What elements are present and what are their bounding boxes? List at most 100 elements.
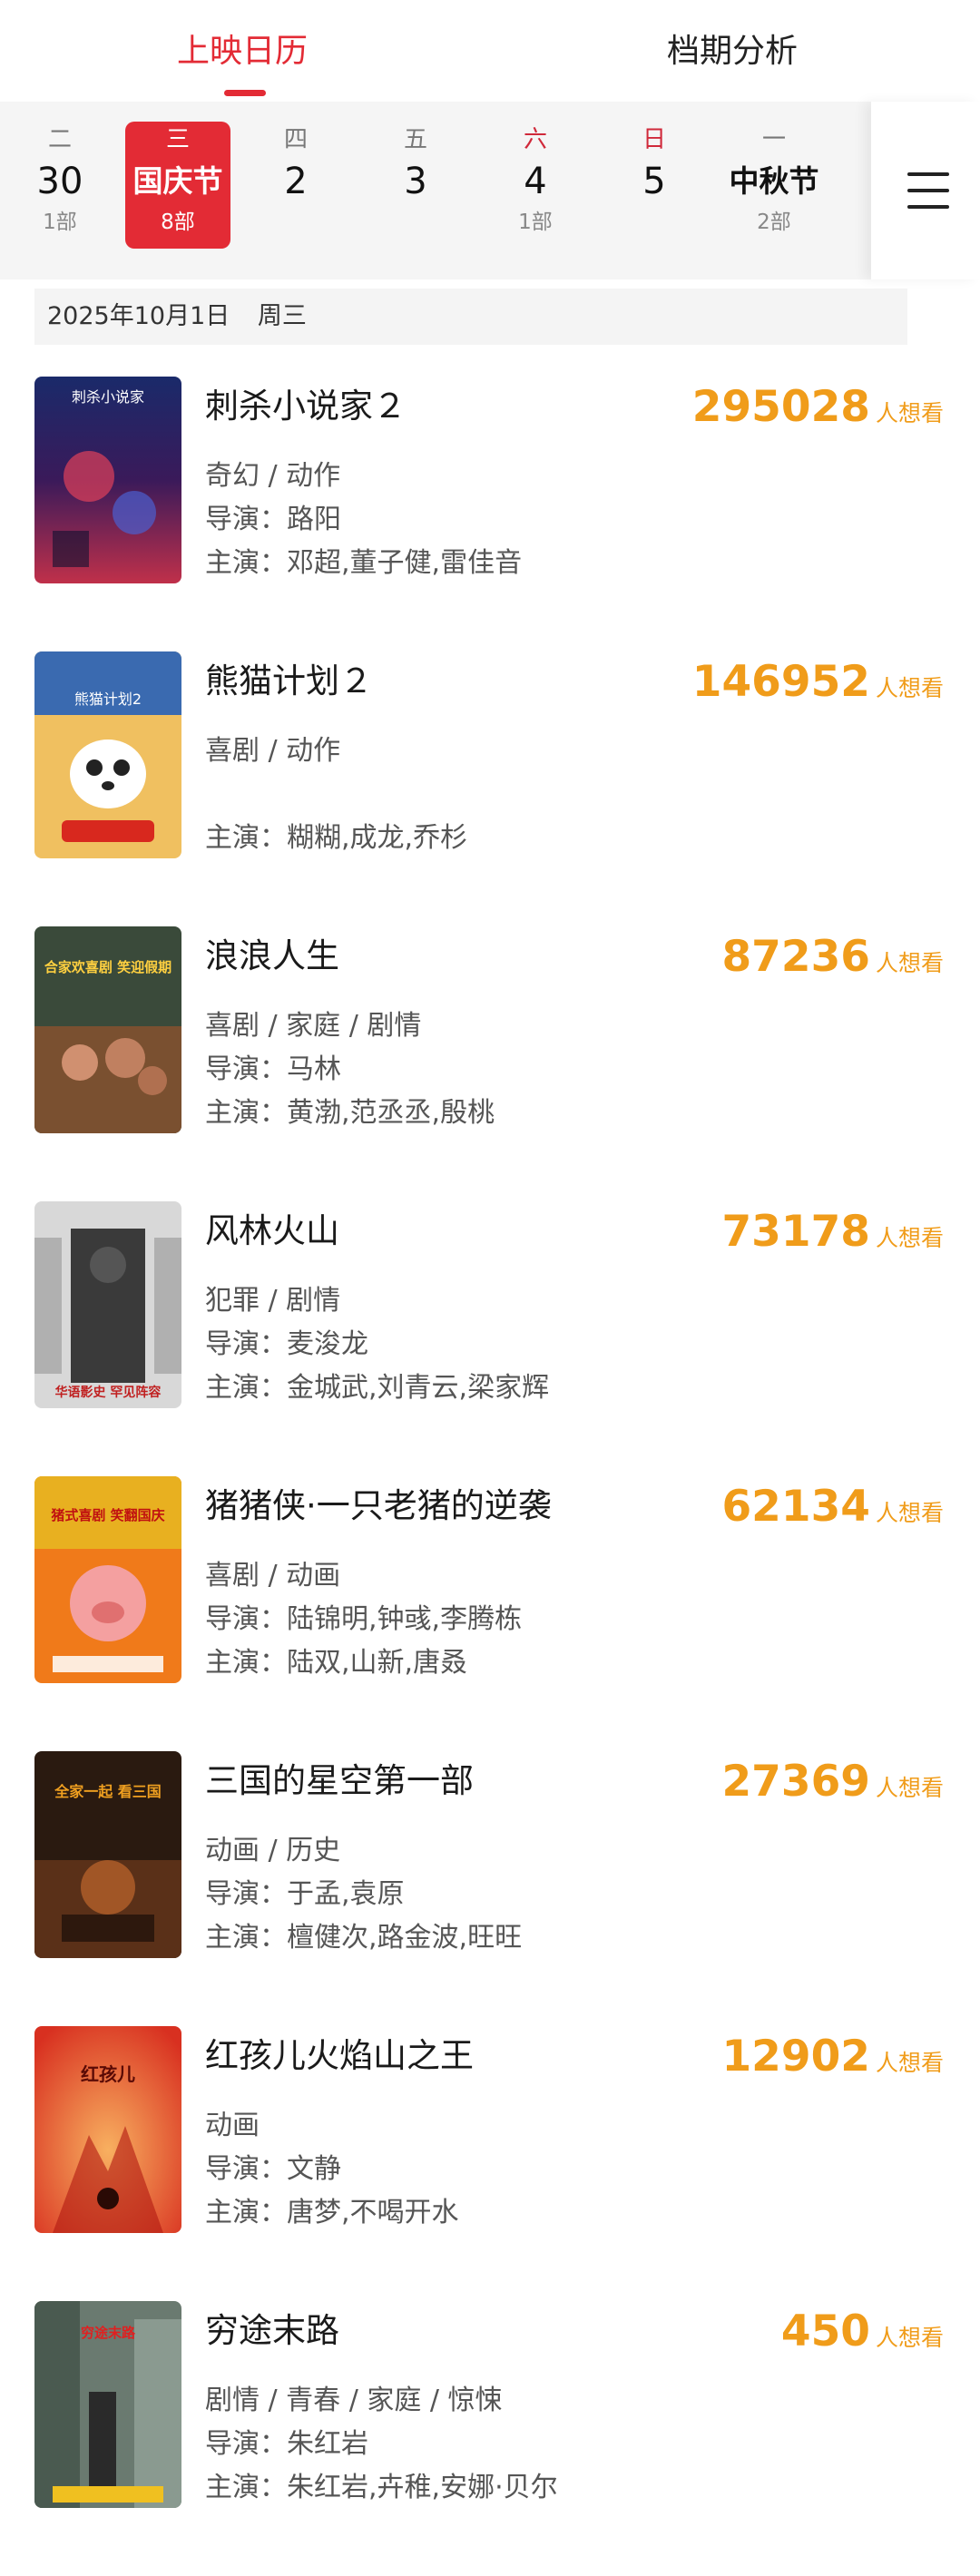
movie-count: 8部 <box>161 211 195 234</box>
want-count: 73178 <box>721 1207 870 1257</box>
movie-count: 1部 <box>518 211 553 234</box>
want-to-see: 27369 人想看 <box>721 1757 944 1807</box>
cast-prefix: 主演： <box>205 1372 287 1404</box>
want-count: 450 <box>780 2307 870 2356</box>
cast-prefix: 主演： <box>205 2472 287 2503</box>
cast-names: 朱红岩,卉稚,安娜·贝尔 <box>287 2472 558 2503</box>
movie-genre: 奇幻 / 动作 <box>205 460 341 492</box>
movie-item[interactable]: 穷途末路 穷途末路 450 人想看 剧情 / 青春 / 家庭 / 惊悚 导演：朱红… <box>0 2301 980 2576</box>
movie-item[interactable]: 合家欢喜剧 笑迎假期 浪浪人生 87236 人想看 喜剧 / 家庭 / 剧情 导演… <box>0 926 980 1201</box>
want-to-see: 87236 人想看 <box>721 932 944 982</box>
cast-prefix: 主演： <box>205 1097 287 1129</box>
director-names: 陆锦明,钟彧,李腾栋 <box>287 1603 523 1635</box>
want-to-see: 73178 人想看 <box>721 1207 944 1257</box>
movie-director: 导演：朱红岩 <box>205 2423 368 2466</box>
cast-prefix: 主演： <box>205 547 287 579</box>
weekday-label: 六 <box>523 126 547 153</box>
movie-title[interactable]: 红孩儿火焰山之王 <box>205 2033 474 2079</box>
movie-cast: 主演：唐梦,不喝开水 <box>205 2191 459 2235</box>
weekday-label: 四 <box>283 126 308 153</box>
movie-title[interactable]: 熊猫计划２ <box>205 659 373 704</box>
movie-cast: 主演：檀健次,路金波,旺旺 <box>205 1916 522 1960</box>
movie-item[interactable]: 全家一起 看三国 三国的星空第一部 27369 人想看 动画 / 历史 导演：于孟… <box>0 1751 980 2026</box>
movie-title[interactable]: 三国的星空第一部 <box>205 1758 474 1804</box>
movie-cast: 主演：陆双,山新,唐叒 <box>205 1641 467 1685</box>
cast-names: 金城武,刘青云,梁家辉 <box>287 1372 550 1404</box>
day-number: 5 <box>642 161 666 202</box>
day-number: 2 <box>284 161 308 202</box>
want-unit: 人想看 <box>875 1225 944 1251</box>
movie-cast: 主演：金城武,刘青云,梁家辉 <box>205 1366 549 1410</box>
date-item-mid-autumn[interactable]: 一 中秋节 2部 <box>720 122 828 249</box>
want-unit: 人想看 <box>875 2325 944 2351</box>
tab-schedule-analysis[interactable]: 档期分析 <box>667 27 798 76</box>
date-strip: 二 30 1部 三 国庆节 8部 四 2 五 3 六 4 1部 日 5 一 中秋… <box>0 102 980 279</box>
date-item-national-day[interactable]: 三 国庆节 8部 <box>125 122 230 249</box>
movie-item[interactable]: 刺杀小说家 刺杀小说家２ 295028 人想看 奇幻 / 动作 导演：路阳 主演：… <box>0 377 980 651</box>
poster-text: 猪式喜剧 笑翻国庆 <box>50 1507 164 1523</box>
movie-cast: 主演：糊糊,成龙,乔杉 <box>205 817 467 860</box>
want-unit: 人想看 <box>875 1500 944 1526</box>
movie-item[interactable]: 猪式喜剧 笑翻国庆 猪猪侠·一只老猪的逆袭 62134 人想看 喜剧 / 动画 导… <box>0 1476 980 1751</box>
want-unit: 人想看 <box>875 1775 944 1801</box>
movie-item[interactable]: 熊猫计划2 熊猫计划２ 146952 人想看 喜剧 / 动作 主演：糊糊,成龙,乔… <box>0 651 980 926</box>
movie-title[interactable]: 风林火山 <box>205 1209 339 1254</box>
cast-prefix: 主演： <box>205 2197 287 2228</box>
director-prefix: 导演： <box>205 1878 287 1910</box>
movie-poster[interactable]: 熊猫计划2 <box>34 651 181 858</box>
movie-cast: 主演：朱红岩,卉稚,安娜·贝尔 <box>205 2466 558 2510</box>
weekday-label: 五 <box>403 126 427 153</box>
movie-title[interactable]: 穷途末路 <box>205 2308 339 2354</box>
director-prefix: 导演： <box>205 1053 287 1085</box>
movie-cast: 主演：邓超,董子健,雷佳音 <box>205 542 522 585</box>
want-to-see: 295028 人想看 <box>692 382 944 432</box>
date-item-3[interactable]: 五 3 <box>361 122 470 249</box>
cast-names: 黄渤,范丞丞,殷桃 <box>287 1097 495 1129</box>
movie-poster[interactable]: 刺杀小说家 <box>34 377 181 583</box>
director-names: 朱红岩 <box>287 2428 368 2460</box>
director-prefix: 导演： <box>205 2428 287 2460</box>
date-item-5[interactable]: 日 5 <box>600 122 709 249</box>
want-count: 62134 <box>721 1482 870 1532</box>
date-header-date: 2025年10月1日 <box>47 302 230 330</box>
poster-text: 刺杀小说家 <box>72 388 144 406</box>
tab-release-calendar[interactable]: 上映日历 <box>177 27 308 76</box>
movie-genre: 动画 / 历史 <box>205 1835 341 1866</box>
movie-director: 导演：麦浚龙 <box>205 1323 368 1366</box>
want-count: 87236 <box>721 932 870 982</box>
movie-poster[interactable]: 红孩儿 <box>34 2026 181 2233</box>
movie-director: 导演：于孟,袁原 <box>205 1873 405 1916</box>
movie-genre: 动画 <box>205 2110 260 2141</box>
date-item-30[interactable]: 二 30 1部 <box>5 122 114 249</box>
cast-prefix: 主演： <box>205 1922 287 1954</box>
movie-title[interactable]: 猪猪侠·一只老猪的逆袭 <box>205 1484 552 1529</box>
poster-text: 合家欢喜剧 笑迎假期 <box>44 959 172 975</box>
day-number: 30 <box>36 161 83 202</box>
movie-poster[interactable]: 华语影史 罕见阵容 <box>34 1201 181 1408</box>
date-item-2[interactable]: 四 2 <box>241 122 350 249</box>
weekday-label: 一 <box>761 126 786 153</box>
cast-names: 檀健次,路金波,旺旺 <box>287 1922 523 1954</box>
movie-poster[interactable]: 合家欢喜剧 笑迎假期 <box>34 926 181 1133</box>
movie-poster[interactable]: 猪式喜剧 笑翻国庆 <box>34 1476 181 1683</box>
movie-title[interactable]: 浪浪人生 <box>205 934 339 979</box>
movie-director: 导演：文静 <box>205 2148 341 2191</box>
movie-count: 2部 <box>757 211 791 234</box>
movie-item[interactable]: 华语影史 罕见阵容 风林火山 73178 人想看 犯罪 / 剧情 导演：麦浚龙 主… <box>0 1201 980 1476</box>
movie-genre: 喜剧 / 动画 <box>205 1560 341 1592</box>
date-header: 2025年10月1日 周三 <box>34 289 907 345</box>
movie-director: 导演：陆锦明,钟彧,李腾栋 <box>205 1598 522 1641</box>
want-to-see: 12902 人想看 <box>721 2032 944 2081</box>
want-count: 146952 <box>691 657 870 707</box>
weekday-label: 二 <box>47 126 72 153</box>
movie-poster[interactable]: 全家一起 看三国 <box>34 1751 181 1958</box>
date-item-4[interactable]: 六 4 1部 <box>481 122 590 249</box>
want-to-see: 146952 人想看 <box>692 657 944 707</box>
day-number: 3 <box>404 161 427 202</box>
movie-poster[interactable]: 穷途末路 <box>34 2301 181 2508</box>
movie-item[interactable]: 红孩儿 红孩儿火焰山之王 12902 人想看 动画 导演：文静 主演：唐梦,不喝开… <box>0 2026 980 2301</box>
calendar-menu-button[interactable] <box>871 102 980 279</box>
movie-title[interactable]: 刺杀小说家２ <box>205 384 407 429</box>
want-unit: 人想看 <box>875 400 944 426</box>
director-names: 路阳 <box>287 504 341 535</box>
